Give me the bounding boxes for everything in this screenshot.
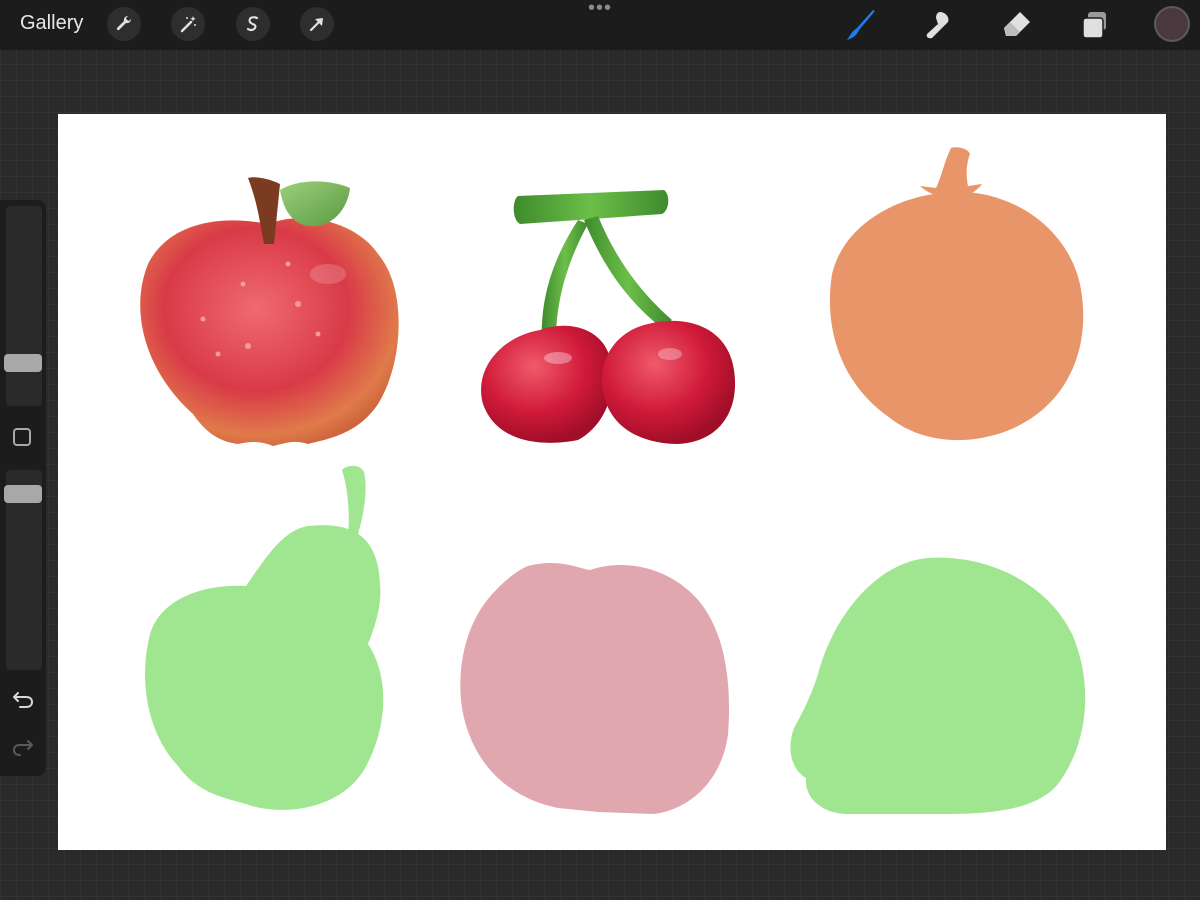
transform-arrow-icon <box>309 18 323 32</box>
magic-wand-icon <box>180 16 196 33</box>
gallery-button[interactable]: Gallery <box>20 12 83 35</box>
artwork <box>140 147 1086 814</box>
top-toolbar: Gallery ••• <box>0 0 1200 50</box>
modify-button[interactable] <box>13 428 31 446</box>
brush-icon <box>847 10 875 40</box>
pear-2-drawing <box>790 557 1086 814</box>
smudge-tool-button[interactable] <box>921 7 957 43</box>
apple-drawing <box>140 177 399 446</box>
brush-size-slider[interactable] <box>6 206 42 406</box>
brush-size-handle[interactable] <box>4 354 42 372</box>
pear-drawing <box>145 465 384 810</box>
redo-button[interactable] <box>10 735 36 759</box>
layers-button[interactable] <box>1077 7 1113 43</box>
selection-icon <box>246 16 259 32</box>
brush-tool-button[interactable] <box>844 7 880 43</box>
wrench-icon <box>116 15 132 31</box>
drawing-canvas[interactable] <box>58 114 1166 850</box>
color-picker-button[interactable] <box>1156 8 1188 40</box>
more-options-icon[interactable]: ••• <box>586 0 614 18</box>
left-sidebar <box>0 200 46 776</box>
cherries-drawing <box>481 190 736 444</box>
actions-button[interactable] <box>107 7 141 41</box>
adjustments-button[interactable] <box>171 7 205 41</box>
layers-icon <box>1082 12 1106 39</box>
undo-button[interactable] <box>10 687 36 711</box>
undo-icon <box>13 692 34 708</box>
orange-drawing <box>829 147 1084 441</box>
redo-icon <box>12 740 33 756</box>
peach-drawing <box>460 562 730 814</box>
smudge-icon <box>926 12 949 39</box>
transform-button[interactable] <box>300 7 334 41</box>
selection-button[interactable] <box>236 7 270 41</box>
eraser-tool-button[interactable] <box>999 7 1035 43</box>
eraser-icon <box>1004 12 1030 36</box>
opacity-handle[interactable] <box>4 485 42 503</box>
